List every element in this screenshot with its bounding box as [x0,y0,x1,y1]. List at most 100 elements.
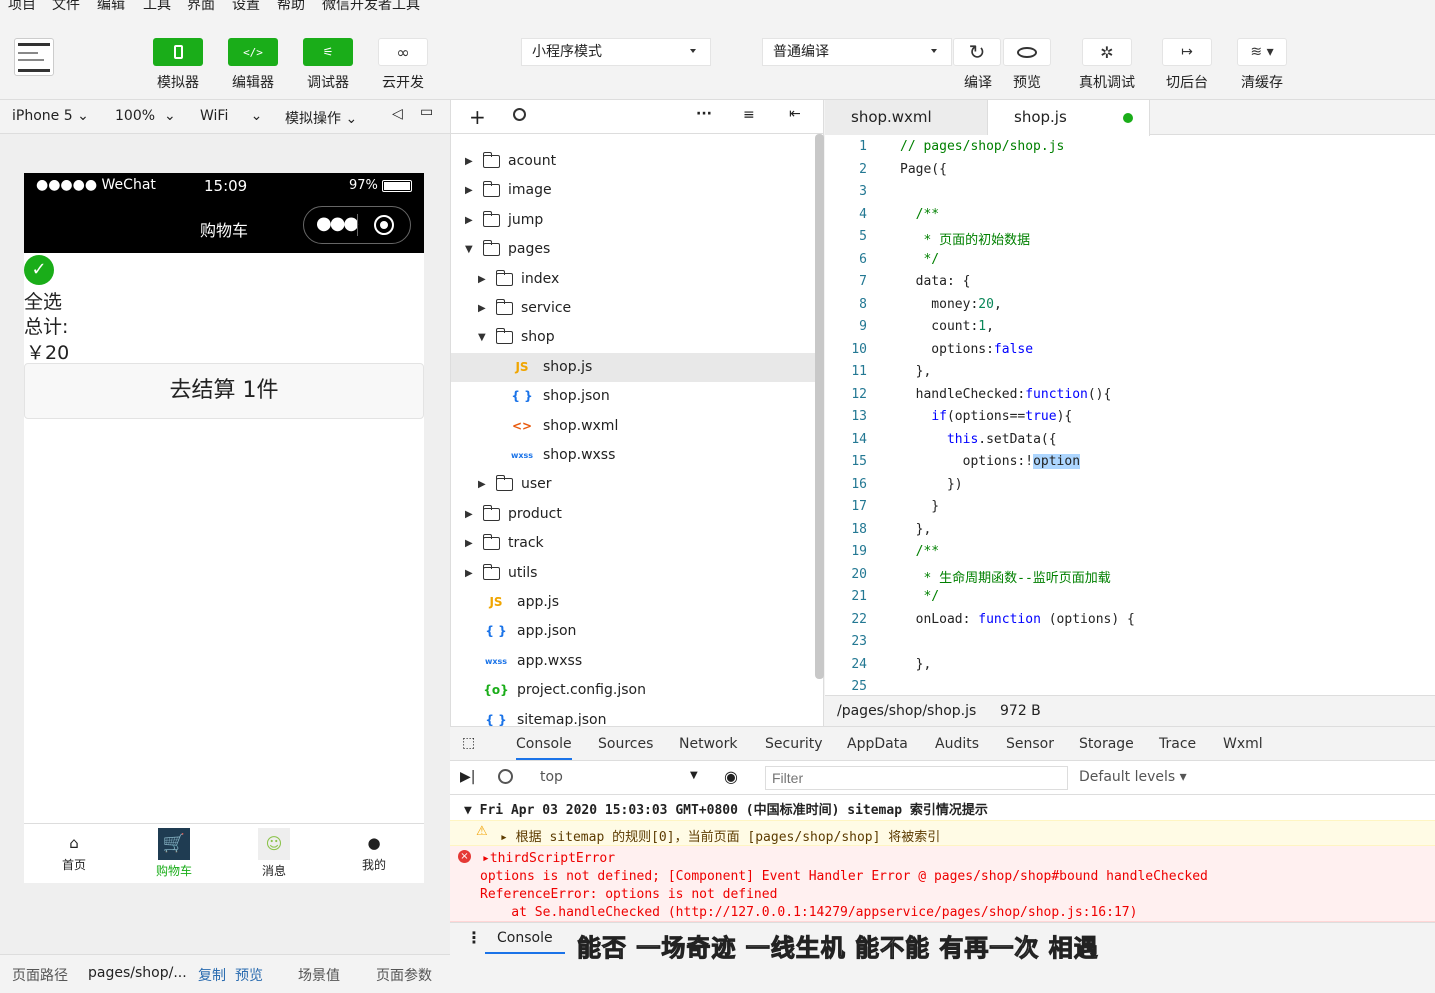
code-line[interactable]: }, [900,657,932,672]
params-button[interactable]: 页面参数 [376,965,432,985]
checkout-button[interactable]: 去结算 1件 [24,363,424,419]
tab-me[interactable]: ● 我的 [349,834,399,873]
cloud-button[interactable]: ∞ [378,38,428,66]
sound-icon[interactable]: ◁ [392,106,403,122]
code-area[interactable]: 1 // pages/shop/shop.js 2 Page({3 4 /** 5 * 页… [825,135,1435,695]
split-icon[interactable]: ⇤ [789,106,801,122]
drawer-console-tab[interactable]: Console [485,930,565,954]
warning-text[interactable]: ▸ 根据 sitemap 的规则[0]，当前页面 [pages/shop/sho… [500,826,940,845]
code-line[interactable]: Page({ [900,162,947,177]
context-select[interactable]: top [540,769,563,785]
devtools-tab-audits[interactable]: Audits [935,736,979,752]
code-line[interactable]: if(options==true){ [900,409,1072,424]
inspect-icon[interactable]: ⬚ [462,735,475,751]
menu-tools[interactable]: 工具 [143,0,171,12]
checkbox-checked-icon[interactable]: ✓ [24,255,54,285]
code-line[interactable]: // pages/shop/shop.js [900,139,1064,154]
file-item[interactable]: wxss app.wxss [451,647,815,676]
editor-button[interactable]: </> [228,38,278,66]
filter-input[interactable] [765,766,1068,790]
chevron-right-icon[interactable]: ▶ [478,294,488,323]
clear-console-icon[interactable] [498,769,513,784]
folder-item[interactable]: ▶ product [451,500,815,529]
scene-button[interactable]: 场景值 [298,965,340,985]
add-icon[interactable]: + [469,105,486,129]
window-icon[interactable]: ▭ [420,104,433,120]
code-line[interactable]: }, [900,364,932,379]
zoom-select[interactable]: 100% ⌄ [115,108,176,124]
folder-item[interactable]: ▶ user [451,470,815,499]
chevron-down-icon[interactable]: ▼ [465,235,475,264]
mode-select[interactable]: 小程序模式 [521,38,711,66]
code-line[interactable]: money:20, [900,297,1001,312]
project-avatar[interactable] [14,38,54,76]
sim-ops-select[interactable]: 模拟操作 ⌄ [285,108,357,128]
file-item[interactable]: { } shop.json [451,382,815,411]
code-line[interactable]: options:!option [900,454,1081,469]
compile-select[interactable]: 普通编译 [762,38,952,66]
devtools-tab-console[interactable]: Console [516,736,572,760]
code-line[interactable]: } [900,499,939,514]
devtools-tab-trace[interactable]: Trace [1159,736,1196,752]
chevron-right-icon[interactable]: ▶ [478,470,488,499]
menu-view[interactable]: 界面 [187,0,215,12]
code-line[interactable]: }, [900,522,932,537]
tab-shop-js[interactable]: shop.js [988,100,1150,136]
chevron-right-icon[interactable]: ▶ [465,529,475,558]
chevron-down-icon[interactable]: ▼ [478,323,488,352]
close-capsule-icon[interactable] [374,215,394,235]
more-icon[interactable]: ●●● [316,213,359,234]
code-line[interactable]: handleChecked:function(){ [900,387,1112,402]
chevron-right-icon[interactable]: ▶ [465,500,475,529]
code-line[interactable]: count:1, [900,319,994,334]
code-line[interactable]: /** [900,544,940,559]
preview-link[interactable]: 预览 [235,965,263,985]
menu-devtools[interactable]: 微信开发者工具 [322,0,420,12]
folder-item[interactable]: ▶ service [451,294,815,323]
preview-button[interactable] [1003,38,1051,66]
menu-help[interactable]: 帮助 [277,0,305,12]
code-line[interactable]: options:false [900,342,1033,357]
chevron-right-icon[interactable]: ▶ [465,176,475,205]
compile-button[interactable]: ↻ [953,38,1001,66]
chevron-right-icon[interactable]: ▶ [465,206,475,235]
menu-edit[interactable]: 编辑 [97,0,125,12]
simulator-button[interactable] [153,38,203,66]
file-item[interactable]: JS shop.js [451,352,815,382]
more-icon[interactable]: ··· [696,106,712,122]
search-icon[interactable] [513,108,526,121]
tab-messages[interactable]: ☺ 消息 [249,828,299,879]
copy-link[interactable]: 复制 [198,965,226,985]
code-line[interactable]: * 页面的初始数据 [900,229,1030,248]
devtools-tab-sensor[interactable]: Sensor [1006,736,1054,752]
debugger-button[interactable]: ⚟ [303,38,353,66]
devtools-tab-appdata[interactable]: AppData [847,736,908,752]
code-line[interactable]: data: { [900,274,971,289]
capsule-menu[interactable]: ●●● [303,206,411,244]
tab-shop-wxml[interactable]: shop.wxml [825,100,988,135]
code-line[interactable]: * 生命周期函数--监听页面加载 [900,567,1110,586]
menu-settings[interactable]: 设置 [232,0,260,12]
code-line[interactable]: */ [900,589,939,604]
file-item[interactable]: <> shop.wxml [451,412,815,441]
code-line[interactable]: this.setData({ [900,432,1057,447]
code-line[interactable]: }) [900,477,963,492]
code-line[interactable]: /** [900,207,940,222]
tab-home[interactable]: ⌂ 首页 [49,834,99,873]
devtools-tab-security[interactable]: Security [765,736,823,752]
tab-cart[interactable]: 🛒 购物车 [149,828,199,879]
clear-cache-button[interactable]: ≋ ▾ [1237,38,1287,66]
folder-item[interactable]: ▶ track [451,529,815,558]
devtools-tab-storage[interactable]: Storage [1079,736,1134,752]
levels-select[interactable]: Default levels ▾ [1079,769,1187,785]
select-all-label[interactable]: 全选 [24,287,62,314]
folder-item[interactable]: ▶ acount [451,147,815,176]
chevron-down-icon[interactable]: ▼ [690,770,698,781]
drawer-menu-icon[interactable]: ⋮ [466,928,482,947]
menu-project[interactable]: 项目 [8,0,36,12]
network-select[interactable]: WiFi ⌄ [200,108,262,124]
error-line3[interactable]: at Se.handleChecked (http://127.0.0.1:14… [480,905,1137,920]
code-line[interactable]: onLoad: function (options) { [900,612,1135,627]
collapse-icon[interactable]: ≡ [743,107,755,123]
error-title[interactable]: ▸thirdScriptError [482,851,615,866]
